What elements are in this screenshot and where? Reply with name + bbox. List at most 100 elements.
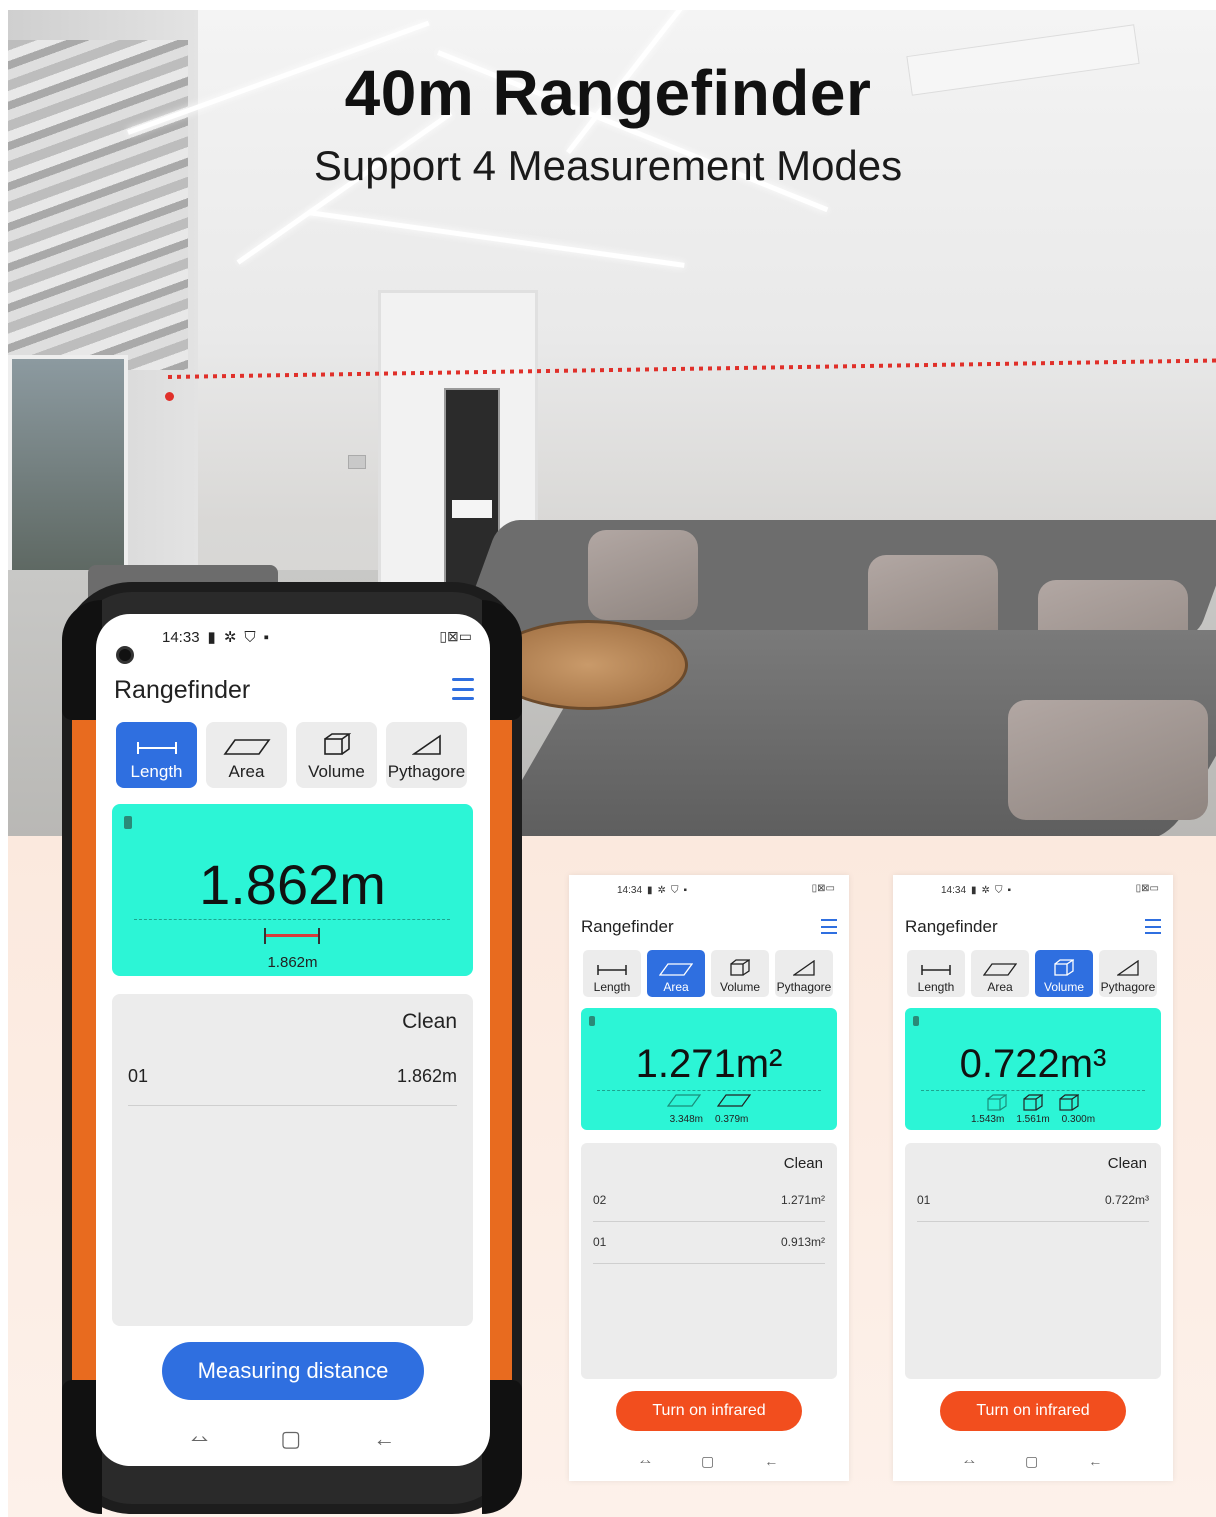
window [8,355,128,585]
mode-volume-button[interactable]: Volume [296,722,377,788]
status-bar: 14:34 ▮ ✲ ⛉ ▪ [617,885,687,896]
gear-icon: ✲ [657,885,666,896]
volume-icon [987,1094,1007,1111]
mode-length-button[interactable]: Length [583,950,641,997]
area-icon [222,739,271,755]
dimension-icons [905,1094,1161,1111]
clean-button[interactable]: Clean [1108,1155,1147,1172]
laser-beam [167,358,1216,379]
status-bar: 14:33 ▮ ✲ ⛉ ▪ [162,628,269,647]
menu-icon[interactable] [821,919,837,934]
length-icon [136,742,177,754]
laser-device-icon [913,1016,919,1026]
back-icon[interactable]: ← [373,1426,395,1452]
back-icon[interactable]: ← [1088,1453,1102,1470]
history-row: 02 1.271m² [593,1193,825,1222]
mode-length-button[interactable]: Length [907,950,965,997]
pillow [1008,700,1208,820]
shield-icon: ⛉ [244,628,256,646]
clean-button[interactable]: Clean [784,1155,823,1172]
result-divider [597,1090,821,1091]
android-navbar: ⥎ ▢ ← [96,1426,490,1452]
mode-area-button[interactable]: Area [971,950,1029,997]
mode-area-button[interactable]: Area [206,722,287,788]
mode-label: Pythagore [387,762,466,781]
mode-selector: Length Area Volume Pythagore [583,950,833,997]
menu-icon[interactable] [1145,919,1161,934]
measurement-history: Clean 01 1.862m [112,994,473,1326]
mode-label: Length [593,980,631,994]
dimension-icons [581,1094,837,1107]
volume-icon [323,733,351,755]
turn-on-infrared-button[interactable]: Turn on infrared [940,1391,1126,1431]
app-title: Rangefinder [581,917,674,936]
clean-button[interactable]: Clean [402,1010,457,1034]
app-title: Rangefinder [905,917,998,936]
volume-icon [1054,959,1074,976]
home-icon[interactable]: ▢ [280,1426,301,1452]
pythagore-icon [1117,960,1139,976]
ruler-icon [264,928,320,944]
measurement-history: Clean 02 1.271m² 01 0.913m² [581,1143,837,1379]
recents-icon[interactable]: ⥎ [964,1453,975,1470]
mode-area-button[interactable]: Area [647,950,705,997]
mode-length-button[interactable]: Length [116,722,197,788]
status-time: 14:34 [617,885,643,896]
volume-icon [1023,1094,1043,1111]
mode-pythagore-button[interactable]: Pythagore [1099,950,1157,997]
result-sub-values: 1.543m 1.561m 0.300m [905,1114,1161,1125]
laser-device-icon [589,1016,595,1026]
mode-label: Volume [719,980,761,994]
history-index: 01 [128,1066,149,1086]
status-time: 14:33 [162,628,200,646]
mode-selector: Length Area Volume Pythagore [907,950,1157,997]
back-icon[interactable]: ← [764,1453,778,1470]
menu-icon[interactable] [452,678,474,700]
mode-pythagore-button[interactable]: Pythagore [775,950,833,997]
wall-switch [348,455,366,469]
history-value: 0.722m³ [1104,1193,1149,1207]
sim-icon: ▪ [1007,885,1011,896]
laser-origin-dot [165,392,174,401]
mode-volume-button[interactable]: Volume [1035,950,1093,997]
main-phone-screen: 14:33 ▮ ✲ ⛉ ▪ ▯⊠▭ Rangefinder Length Are… [96,614,490,1466]
turn-on-infrared-button[interactable]: Turn on infrared [616,1391,802,1431]
home-icon[interactable]: ▢ [701,1453,714,1470]
mode-label: Volume [308,762,365,781]
recents-icon[interactable]: ⥎ [640,1453,651,1470]
measurement-result-panel: 0.722m³ 1.543m 1.561m 0.300m [905,1008,1161,1130]
shield-icon: ⛉ [670,885,679,896]
result-divider [921,1090,1145,1091]
area-mode-screenshot: 14:34 ▮ ✲ ⛉ ▪ ▯⊠▭ Rangefinder Length Are… [569,875,849,1481]
mode-label: Area [987,980,1013,994]
mode-volume-button[interactable]: Volume [711,950,769,997]
length-icon [597,965,627,975]
result-divider [134,919,450,920]
history-index: 02 [593,1193,607,1207]
battery-icon: ▮ [207,629,216,646]
history-value: 1.862m [396,1066,457,1086]
mode-label: Area [228,762,265,781]
battery-icon: ▮ [971,885,977,896]
area-icon [717,1094,751,1107]
result-sub-value: 0.300m [1061,1114,1096,1125]
pythagore-icon [793,960,815,976]
result-sub-value: 1.862m [267,954,318,971]
home-icon[interactable]: ▢ [1025,1453,1038,1470]
mode-label: Length [917,980,955,994]
pillow [588,530,698,620]
android-navbar: ⥎ ▢ ← [893,1453,1173,1470]
hero-title: 40m Rangefinder [344,57,872,129]
mode-pythagore-button[interactable]: Pythagore [386,722,467,788]
measuring-distance-button[interactable]: Measuring distance [162,1342,424,1400]
area-icon [983,963,1017,976]
measurement-result-panel: 1.862m 1.862m [112,804,473,976]
recents-icon[interactable]: ⥎ [191,1426,209,1452]
result-value: 0.722m³ [959,1042,1107,1086]
sim-icon: ▪ [683,885,687,896]
status-time: 14:34 [941,885,967,896]
mode-selector: Length Area Volume Pythagore [116,722,467,788]
area-icon [659,963,693,976]
status-bar: 14:34 ▮ ✲ ⛉ ▪ [941,885,1011,896]
result-sub-value: 1.543m [970,1114,1005,1125]
